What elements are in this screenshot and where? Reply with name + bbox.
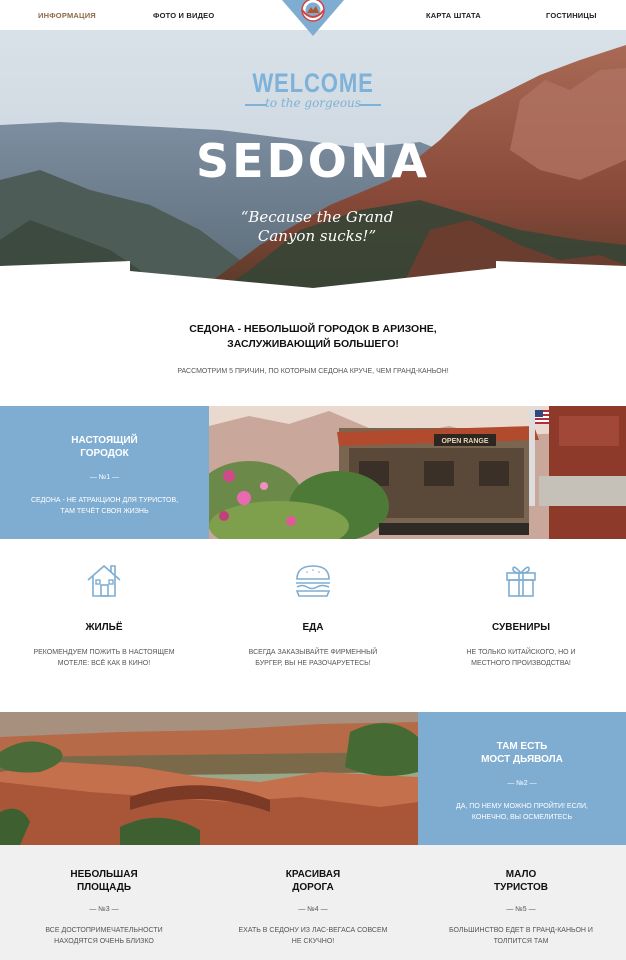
nav-item-photo-video[interactable]: ФОТО И ВИДЕО (153, 11, 214, 20)
reason-text-line: БОЛЬШИНСТВО ЕДЕТ В ГРАНД-КАНЬОН И (449, 927, 593, 934)
feature-description: РЕКОМЕНДУЕМ ПОЖИТЬ В НАСТОЯЩЕМ МОТЕЛЕ: В… (0, 647, 208, 669)
reason-5-number: — №5 — (506, 906, 536, 913)
reason-text-line: ТОЛПИТСЯ ТАМ (493, 938, 549, 945)
reason-4-number: — №4 — (298, 906, 328, 913)
feature-souvenirs: СУВЕНИРЫ НЕ ТОЛЬКО КИТАЙСКОГО, НО И МЕСТ… (417, 560, 625, 669)
intro-heading: СЕДОНА - НЕБОЛЬШОЙ ГОРОДОК В АРИЗОНЕ, ЗА… (0, 322, 626, 352)
reason-text-line: ДА, ПО НЕМУ МОЖНО ПРОЙТИ! ЕСЛИ, (456, 803, 588, 810)
reason-text-line: НЕ СКУЧНО! (291, 938, 335, 945)
reason-title-line: НАСТОЯЩИЙ (71, 435, 138, 446)
reason-3: НЕБОЛЬШАЯ ПЛОЩАДЬ — №3 — ВСЕ ДОСТОПРИМЕЧ… (0, 868, 208, 947)
reason-3-title: НЕБОЛЬШАЯ ПЛОЩАДЬ (0, 868, 208, 894)
hero-quote: “Because the Grand Canyon sucks!” (240, 208, 394, 245)
feature-title: СУВЕНИРЫ (491, 622, 551, 633)
reasons-3-5-section: НЕБОЛЬШАЯ ПЛОЩАДЬ — №3 — ВСЕ ДОСТОПРИМЕЧ… (0, 845, 626, 960)
nav-item-hotels[interactable]: ГОСТИНИЦЫ (546, 11, 597, 20)
reason-text-line: КОНЕЧНО, ВЫ ОСМЕЛИТЕСЬ (471, 814, 573, 821)
sedona-logo[interactable] (282, 0, 344, 36)
hero-subtitle: to the gorgeous (265, 96, 361, 110)
feature-description-line: МОТЕЛЕ: ВСЁ КАК В КИНО! (57, 660, 151, 667)
feature-description-line: РЕКОМЕНДУЕМ ПОЖИТЬ В НАСТОЯЩЕМ (33, 649, 175, 656)
intro-heading-line: СЕДОНА - НЕБОЛЬШОЙ ГОРОДОК В АРИЗОНЕ, (189, 323, 437, 335)
reason-4-title: КРАСИВАЯ ДОРОГА (209, 868, 417, 894)
reason-title-line: ТАМ ЕСТЬ (496, 741, 548, 752)
feature-description-line: ВСЕГДА ЗАКАЗЫВАЙТЕ ФИРМЕННЫЙ (248, 649, 378, 656)
feature-housing: ЖИЛЬЁ РЕКОМЕНДУЕМ ПОЖИТЬ В НАСТОЯЩЕМ МОТ… (0, 560, 208, 669)
reason-2-panel: ТАМ ЕСТЬ МОСТ ДЬЯВОЛА — №2 — ДА, ПО НЕМУ… (418, 712, 626, 845)
reason-text-line: ТАМ ТЕЧЁТ СВОЯ ЖИЗНЬ (60, 508, 149, 515)
hero-banner: WELCOME to the gorgeous SEDONA “Because … (0, 30, 626, 290)
burger-icon (295, 565, 331, 597)
reason-title-line: НЕБОЛЬШАЯ (70, 869, 138, 880)
gift-icon (506, 566, 536, 597)
house-icon (87, 564, 121, 597)
reason-text-line: СЕДОНА - НЕ АТРАКЦИОН ДЛЯ ТУРИСТОВ, (30, 497, 179, 504)
reason-title-line: МОСТ ДЬЯВОЛА (481, 754, 563, 765)
feature-title: ЖИЛЬЁ (85, 622, 123, 633)
reason-5: МАЛО ТУРИСТОВ — №5 — БОЛЬШИНСТВО ЕДЕТ В … (417, 868, 625, 947)
reason-3-text: ВСЕ ДОСТОПРИМЕЧАТЕЛЬНОСТИ НАХОДЯТСЯ ОЧЕН… (0, 925, 208, 947)
divider-line (359, 104, 381, 106)
reason-2-text: ДА, ПО НЕМУ МОЖНО ПРОЙТИ! ЕСЛИ, КОНЕЧНО,… (418, 801, 626, 823)
feature-description-line: БУРГЕР, ВЫ НЕ РАЗОЧАРУЕТЕСЬ! (255, 660, 371, 667)
devils-bridge-photo (0, 712, 418, 845)
reason-title-line: КРАСИВАЯ (285, 869, 341, 880)
reason-1-title: НАСТОЯЩИЙ ГОРОДОК (0, 434, 209, 460)
hero-title: SEDONA (196, 134, 430, 188)
feature-description: НЕ ТОЛЬКО КИТАЙСКОГО, НО И МЕСТНОГО ПРОИ… (417, 647, 625, 669)
reason-title-line: ГОРОДОК (80, 448, 129, 459)
hero-welcome: WELCOME (252, 68, 374, 98)
reason-2-title: ТАМ ЕСТЬ МОСТ ДЬЯВОЛА (418, 740, 626, 766)
reason-5-title: МАЛО ТУРИСТОВ (417, 868, 625, 894)
reason-text-line: ЕХАТЬ В СЕДОНУ ИЗ ЛАС-ВЕГАСА СОВСЕМ (238, 927, 388, 934)
feature-food: ЕДА ВСЕГДА ЗАКАЗЫВАЙТЕ ФИРМЕННЫЙ БУРГЕР,… (209, 560, 417, 669)
reason-title-line: ПЛОЩАДЬ (76, 882, 132, 893)
feature-description: ВСЕГДА ЗАКАЗЫВАЙТЕ ФИРМЕННЫЙ БУРГЕР, ВЫ … (209, 647, 417, 669)
town-photo: OPEN RANGE (209, 406, 626, 539)
reason-title-line: ДОРОГА (292, 882, 334, 893)
reason-3-number: — №3 — (89, 906, 119, 913)
reason-title-line: МАЛО (505, 869, 537, 880)
reason-1-panel: НАСТОЯЩИЙ ГОРОДОК — №1 — СЕДОНА - НЕ АТР… (0, 406, 209, 539)
feature-title: ЕДА (302, 622, 324, 633)
nav-item-state-map[interactable]: КАРТА ШТАТА (426, 11, 481, 20)
reason-2-number: — №2 — (507, 780, 537, 787)
reason-text-line: ВСЕ ДОСТОПРИМЕЧАТЕЛЬНОСТИ (45, 927, 163, 934)
reason-title-line: ТУРИСТОВ (493, 882, 549, 893)
reason-5-text: БОЛЬШИНСТВО ЕДЕТ В ГРАНД-КАНЬОН И ТОЛПИТ… (417, 925, 625, 947)
reason-4: КРАСИВАЯ ДОРОГА — №4 — ЕХАТЬ В СЕДОНУ ИЗ… (209, 868, 417, 947)
reason-text-line: НАХОДЯТСЯ ОЧЕНЬ БЛИЗКО (54, 938, 154, 945)
intro-heading-line: ЗАСЛУЖИВАЮЩИЙ БОЛЬШЕГО! (227, 338, 399, 350)
nav-item-info[interactable]: ИНФОРМАЦИЯ (38, 11, 96, 20)
shop-sign: OPEN RANGE (441, 438, 488, 445)
reason-1-text: СЕДОНА - НЕ АТРАКЦИОН ДЛЯ ТУРИСТОВ, ТАМ … (0, 495, 209, 517)
feature-description-line: НЕ ТОЛЬКО КИТАЙСКОГО, НО И (466, 649, 576, 656)
feature-description-line: МЕСТНОГО ПРОИЗВОДСТВА! (471, 660, 571, 667)
intro-subtitle: РАССМОТРИМ 5 ПРИЧИН, ПО КОТОРЫМ СЕДОНА К… (177, 368, 449, 375)
reason-1-number: — №1 — (89, 474, 120, 481)
reason-4-text: ЕХАТЬ В СЕДОНУ ИЗ ЛАС-ВЕГАСА СОВСЕМ НЕ С… (209, 925, 417, 947)
